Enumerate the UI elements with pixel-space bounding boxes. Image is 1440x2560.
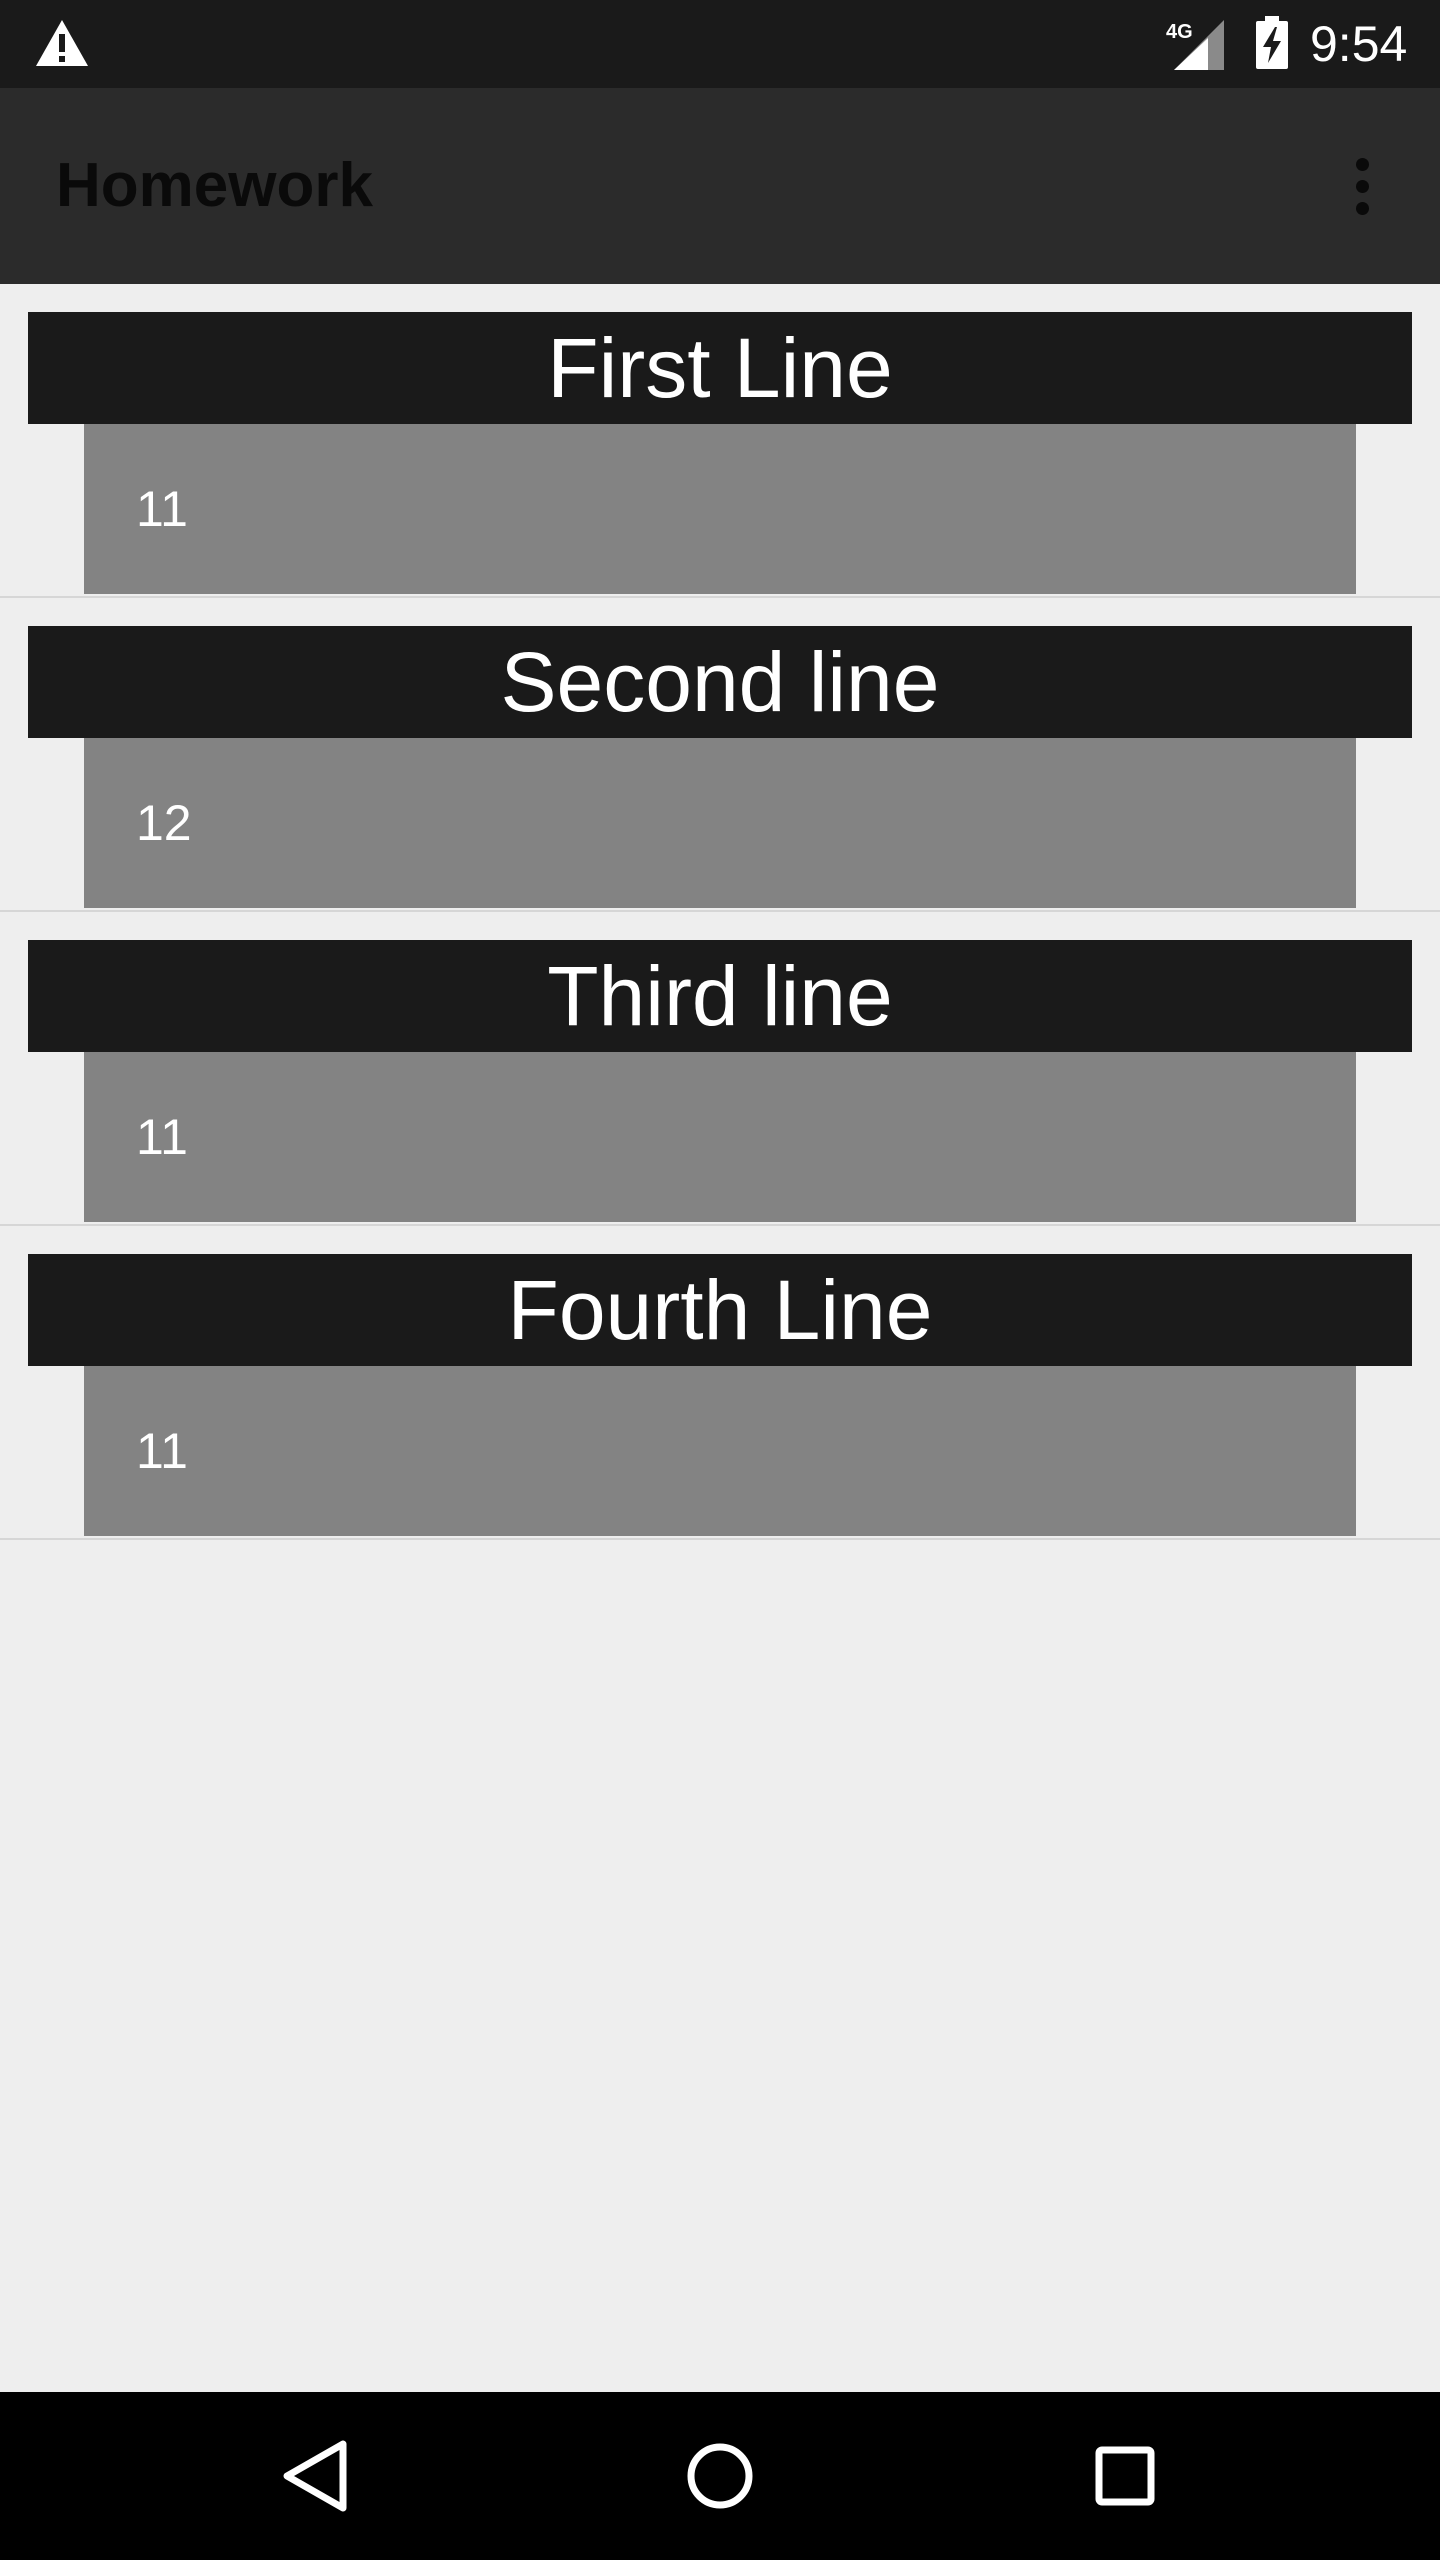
list-item-value: 11: [136, 481, 188, 537]
battery-charging-icon: [1256, 16, 1288, 69]
list-item-value: 11: [136, 1109, 188, 1165]
list-item-title: Fourth Line: [28, 1254, 1412, 1366]
list-item-body: 12: [84, 738, 1356, 908]
list-item-body: 11: [84, 424, 1356, 594]
back-icon[interactable]: [265, 2426, 365, 2526]
list-item[interactable]: Third line 11: [0, 912, 1440, 1226]
more-vertical-icon[interactable]: [1330, 148, 1394, 224]
app-title: Homework: [56, 151, 373, 220]
recents-icon[interactable]: [1075, 2426, 1175, 2526]
status-bar: 4G 9:54: [0, 0, 1440, 88]
homework-list: First Line 11 Second line 12 Third line …: [0, 284, 1440, 1540]
list-item[interactable]: First Line 11: [0, 284, 1440, 598]
warning-icon: [36, 20, 88, 66]
list-item-title: Second line: [28, 626, 1412, 738]
cell-signal-icon: 4G: [1166, 20, 1224, 70]
app-bar: Homework: [0, 88, 1440, 284]
list-item-body: 11: [84, 1366, 1356, 1536]
list-item-title: First Line: [28, 312, 1412, 424]
network-type-label: 4G: [1166, 21, 1193, 43]
list-item-value: 12: [136, 795, 192, 851]
home-icon[interactable]: [670, 2426, 770, 2526]
list-item-body: 11: [84, 1052, 1356, 1222]
list-item-title: Third line: [28, 940, 1412, 1052]
list-item[interactable]: Second line 12: [0, 598, 1440, 912]
navigation-bar: [0, 2392, 1440, 2560]
list-item[interactable]: Fourth Line 11: [0, 1226, 1440, 1540]
status-time: 9:54: [1310, 16, 1408, 72]
list-item-value: 11: [136, 1423, 188, 1479]
